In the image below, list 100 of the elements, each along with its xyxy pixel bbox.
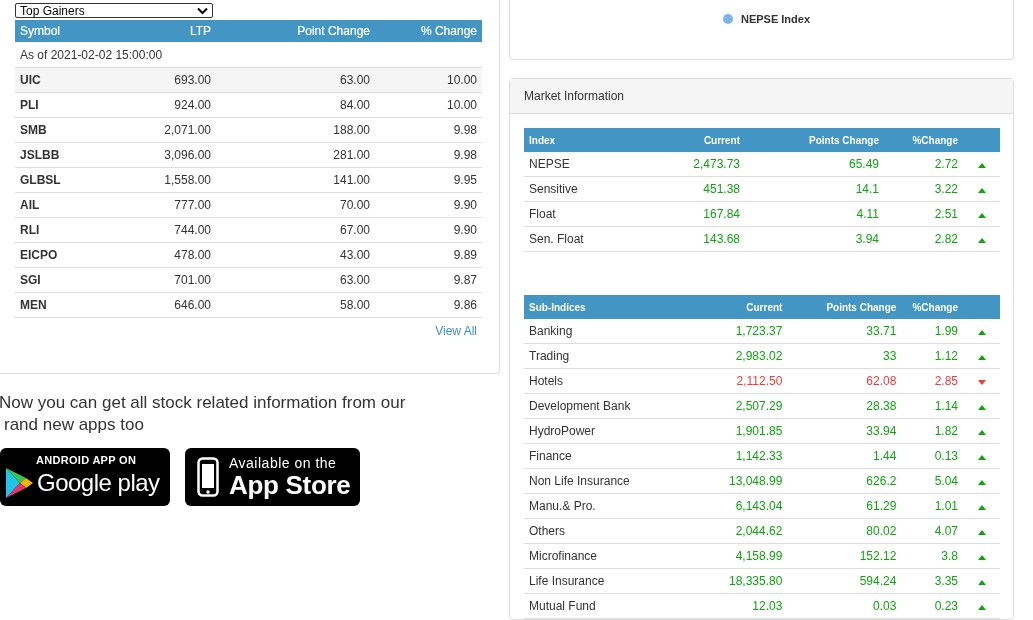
table-cell: 2,473.73 — [674, 152, 745, 177]
table-cell: 2,112.50 — [724, 368, 788, 394]
table-cell: 5.04 — [901, 468, 964, 494]
table-cell: Float — [524, 201, 674, 227]
table-cell: 594.24 — [787, 568, 902, 594]
table-cell: PLI — [15, 92, 85, 118]
table-cell: 2,507.29 — [724, 393, 788, 419]
table-cell: SMB — [15, 117, 85, 143]
promo-text: rand new apps too — [4, 414, 145, 436]
table-cell: 0.23 — [901, 593, 964, 619]
table-cell: Life Insurance — [524, 568, 724, 594]
table-cell: JSLBB — [15, 142, 85, 168]
table-cell: 12.03 — [724, 593, 788, 619]
table-cell: 4.11 — [745, 201, 884, 227]
table-cell: Manu.& Pro. — [524, 493, 724, 519]
view-all-link[interactable]: View All — [435, 324, 477, 338]
table-cell: 4.07 — [901, 518, 964, 544]
google-play-badge[interactable]: ANDROID APP ON Google play — [0, 448, 170, 506]
table-cell: 2.82 — [884, 226, 964, 252]
table-cell: 13,048.99 — [724, 468, 788, 494]
badge-caption: ANDROID APP ON — [36, 454, 137, 466]
table-cell: UIC — [15, 67, 85, 93]
panel-title: Market Information — [524, 89, 625, 103]
table-cell: 2,044.62 — [724, 518, 788, 544]
badge-title: Google play — [37, 468, 160, 498]
table-cell: GLBSL — [15, 167, 85, 193]
table-cell: 61.29 — [787, 493, 902, 519]
table-cell: 451.38 — [674, 176, 745, 202]
column-header: %Change — [901, 295, 1000, 319]
phone-icon — [197, 457, 219, 497]
table-cell: AIL — [15, 192, 85, 218]
table-cell: 67.00 — [216, 217, 375, 243]
table-cell: 3.94 — [745, 226, 884, 252]
table-cell: Finance — [524, 443, 724, 469]
table-cell: 693.00 — [85, 67, 216, 93]
table-cell: 33.94 — [787, 418, 902, 444]
table-cell: 701.00 — [85, 267, 216, 293]
table-cell: 62.08 — [787, 368, 902, 394]
table-cell: 141.00 — [216, 167, 375, 193]
table-cell: Banking — [524, 319, 724, 344]
table-cell: 188.00 — [216, 117, 375, 143]
list-select[interactable]: Top Gainers — [15, 3, 213, 18]
column-header: Current — [674, 128, 745, 152]
table-cell: 0.13 — [901, 443, 964, 469]
table-cell: 2,071.00 — [85, 117, 216, 143]
table-cell: 281.00 — [216, 142, 375, 168]
table-cell: 2,983.02 — [724, 343, 788, 369]
table-cell: 478.00 — [85, 242, 216, 268]
table-cell: 6,143.04 — [724, 493, 788, 519]
as-of-text: As of 2021-02-02 15:00:00 — [15, 42, 482, 68]
table-cell: Sensitive — [524, 176, 674, 202]
table-cell: 63.00 — [216, 267, 375, 293]
badge-caption: Available on the — [229, 455, 337, 471]
table-cell: 9.90 — [375, 217, 482, 243]
column-header: Points Change — [787, 295, 902, 319]
table-cell: 9.98 — [375, 117, 482, 143]
badge-title: App Store — [229, 471, 351, 499]
table-cell: RLI — [15, 217, 85, 243]
table-cell: 2.85 — [901, 368, 964, 394]
table-cell: 3.22 — [884, 176, 964, 202]
column-header: %Change — [884, 128, 1000, 152]
table-cell: 80.02 — [787, 518, 902, 544]
table-cell: Hotels — [524, 368, 724, 394]
table-cell: 167.84 — [674, 201, 745, 227]
promo-text: Now you can get all stock related information from our — [0, 392, 407, 414]
table-cell: 58.00 — [216, 292, 375, 318]
table-cell: Development Bank — [524, 393, 724, 419]
table-cell: NEPSE — [524, 152, 674, 177]
table-cell: 777.00 — [85, 192, 216, 218]
table-cell: 63.00 — [216, 67, 375, 93]
column-header: Index — [524, 128, 674, 152]
table-cell: 2.72 — [884, 152, 964, 177]
table-cell: Sen. Float — [524, 226, 674, 252]
table-cell: 2.51 — [884, 201, 964, 227]
table-cell: 1.82 — [901, 418, 964, 444]
table-cell: 3.8 — [901, 543, 964, 569]
table-cell: MEN — [15, 292, 85, 318]
table-cell: 1.01 — [901, 493, 964, 519]
table-cell: 3.35 — [901, 568, 964, 594]
column-header: Points Change — [745, 128, 884, 152]
table-cell: 70.00 — [216, 192, 375, 218]
table-cell: 1,723.37 — [724, 319, 788, 344]
table-cell: HydroPower — [524, 418, 724, 444]
app-store-badge[interactable]: Available on the App Store — [185, 448, 360, 506]
table-cell: 9.98 — [375, 142, 482, 168]
table-cell: 143.68 — [674, 226, 745, 252]
table-cell: 10.00 — [375, 67, 482, 93]
table-cell: EICPO — [15, 242, 85, 268]
table-cell: 84.00 — [216, 92, 375, 118]
table-cell: 9.95 — [375, 167, 482, 193]
column-header: LTP — [85, 20, 216, 42]
table-cell: 924.00 — [85, 92, 216, 118]
table-cell: Non Life Insurance — [524, 468, 724, 494]
table-cell: 1,901.85 — [724, 418, 788, 444]
table-cell: 9.90 — [375, 192, 482, 218]
table-cell: 0.03 — [787, 593, 902, 619]
column-header: % Change — [375, 20, 482, 42]
column-header: Sub-Indices — [524, 295, 724, 319]
legend-label[interactable]: NEPSE Index — [740, 13, 811, 25]
table-cell: 4,158.99 — [724, 543, 788, 569]
